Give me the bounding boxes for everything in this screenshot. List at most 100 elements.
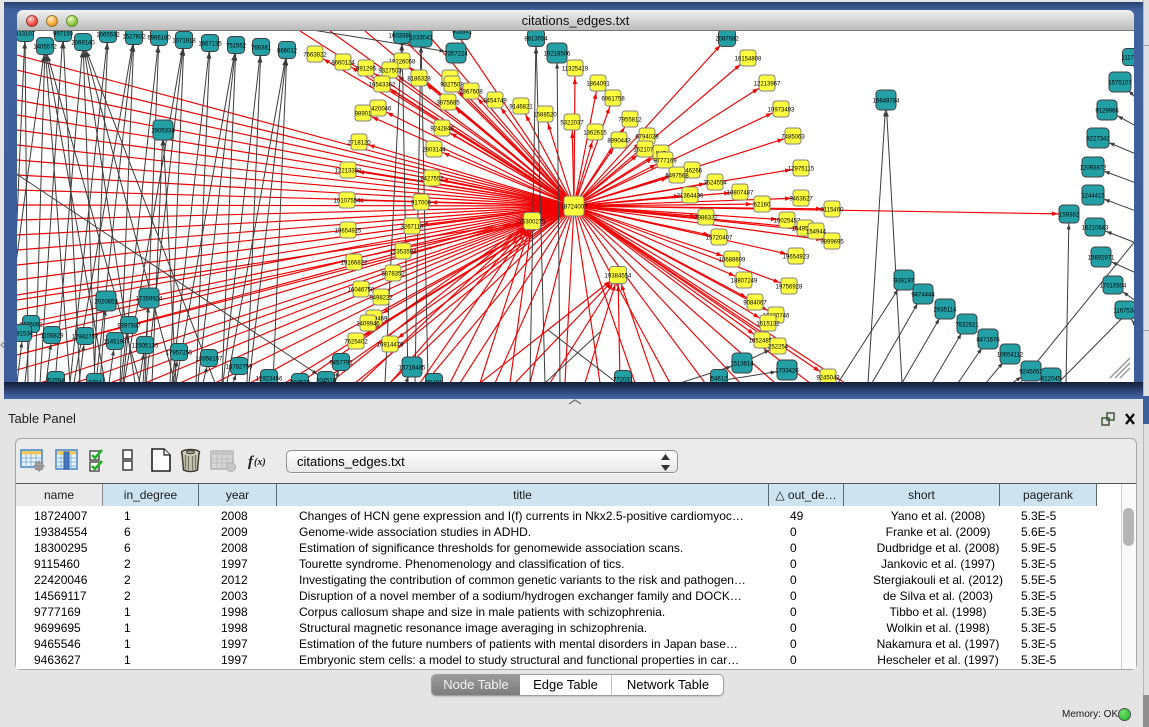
- svg-text:9474444: 9474444: [911, 293, 935, 299]
- svg-text:997150: 997150: [53, 32, 74, 38]
- svg-text:10807487: 10807487: [727, 191, 754, 197]
- svg-text:15720407: 15720407: [706, 236, 733, 242]
- svg-text:9245042: 9245042: [816, 376, 840, 382]
- svg-text:1033041: 1033041: [409, 36, 433, 42]
- svg-text:21364436: 21364436: [677, 194, 704, 200]
- svg-text:3267110: 3267110: [401, 225, 425, 231]
- svg-text:2087682: 2087682: [715, 37, 739, 43]
- svg-text:2803144: 2803144: [422, 148, 446, 154]
- svg-text:16154808: 16154808: [735, 57, 762, 63]
- svg-text:2935114: 2935114: [934, 308, 958, 314]
- svg-text:15716485: 15716485: [399, 366, 426, 372]
- svg-text:5878352: 5878352: [381, 272, 405, 278]
- svg-text:1244415: 1244415: [1081, 194, 1105, 200]
- svg-text:772031: 772031: [613, 378, 634, 383]
- svg-text:9327503: 9327503: [378, 69, 402, 75]
- svg-text:62160: 62160: [754, 203, 771, 209]
- svg-text:17957255: 17957255: [166, 351, 193, 357]
- svg-text:7625402: 7625402: [344, 340, 368, 346]
- svg-text:10958107: 10958107: [196, 357, 223, 363]
- svg-text:3624554: 3624554: [703, 181, 727, 187]
- svg-text:9129966: 9129966: [1095, 109, 1119, 115]
- svg-text:1409946: 1409946: [356, 322, 380, 328]
- svg-text:11325419: 11325419: [562, 67, 589, 73]
- svg-text:10107554: 10107554: [334, 199, 361, 205]
- svg-text:9084067: 9084067: [743, 301, 767, 307]
- svg-text:6497568: 6497568: [665, 174, 689, 180]
- svg-text:9227342: 9227342: [1086, 137, 1110, 143]
- svg-text:891295: 891295: [356, 67, 377, 73]
- svg-text:812045: 812045: [1041, 377, 1062, 383]
- svg-text:813107: 813107: [17, 32, 36, 38]
- svg-text:8471676: 8471676: [976, 338, 1000, 344]
- svg-text:19654923: 19654923: [783, 255, 810, 261]
- svg-text:7955812: 7955812: [618, 118, 642, 124]
- svg-text:3875685: 3875685: [436, 101, 460, 107]
- svg-text:12213967: 12213967: [754, 82, 781, 88]
- svg-text:18807249: 18807249: [731, 279, 758, 285]
- svg-text:2069140: 2069140: [71, 41, 95, 47]
- svg-text:2020653: 2020653: [94, 300, 118, 306]
- svg-text:25300275: 25300275: [519, 220, 546, 226]
- svg-text:159382: 159382: [1059, 213, 1080, 219]
- svg-text:12213382: 12213382: [335, 169, 362, 175]
- svg-text:9899695: 9899695: [820, 240, 844, 246]
- svg-text:12353594: 12353594: [390, 250, 417, 256]
- svg-text:16648784: 16648784: [873, 99, 900, 105]
- svg-text:8813054: 8813054: [524, 37, 548, 43]
- svg-text:9146821: 9146821: [509, 105, 533, 111]
- svg-text:9245652: 9245652: [1019, 370, 1043, 376]
- svg-text:7663822: 7663822: [303, 53, 327, 59]
- svg-text:1065532: 1065532: [96, 33, 120, 39]
- svg-text:1167534: 1167534: [1114, 309, 1134, 315]
- svg-text:9777169: 9777169: [653, 159, 677, 165]
- svg-text:1667135: 1667135: [198, 42, 222, 48]
- svg-text:19654925: 19654925: [335, 229, 362, 235]
- svg-text:1071918: 1071918: [172, 39, 196, 45]
- svg-text:2905334: 2905334: [151, 129, 175, 135]
- svg-text:5498222: 5498222: [369, 296, 393, 302]
- svg-text:99181: 99181: [426, 381, 443, 383]
- svg-text:9115460: 9115460: [821, 208, 845, 214]
- svg-text:9242848: 9242848: [430, 127, 454, 133]
- svg-text:18724007: 18724007: [561, 205, 588, 211]
- svg-text:9457791: 9457791: [329, 361, 353, 367]
- svg-text:917006: 917006: [411, 201, 432, 207]
- svg-text:6794028: 6794028: [635, 135, 659, 141]
- svg-text:6966160: 6966160: [147, 36, 171, 42]
- svg-text:10654112: 10654112: [997, 353, 1024, 359]
- svg-text:7357224: 7357224: [444, 52, 468, 58]
- svg-text:10973493: 10973493: [768, 108, 795, 114]
- svg-text:391534: 391534: [17, 332, 34, 338]
- svg-text:8794: 8794: [88, 381, 102, 383]
- svg-text:751552: 751552: [226, 44, 247, 50]
- svg-text:8454749: 8454749: [483, 99, 507, 105]
- svg-text:6961758: 6961758: [601, 97, 625, 103]
- svg-text:16782759: 16782759: [226, 365, 253, 371]
- svg-text:8660124: 8660124: [331, 61, 355, 67]
- svg-text:1145194: 1145194: [104, 340, 128, 346]
- svg-text:12923466: 12923466: [256, 377, 283, 383]
- svg-text:12505135: 12505135: [132, 344, 159, 350]
- svg-text:5322037: 5322037: [560, 121, 584, 127]
- svg-text:1615132: 1615132: [756, 322, 780, 328]
- svg-text:19166822: 19166822: [341, 261, 368, 267]
- svg-text:154944: 154944: [806, 230, 827, 236]
- svg-text:111738: 111738: [1121, 56, 1134, 62]
- svg-text:2367608: 2367608: [459, 90, 483, 96]
- svg-text:8186328: 8186328: [407, 77, 431, 83]
- svg-text:9397587: 9397587: [117, 324, 141, 330]
- svg-text:1513614: 1513614: [730, 362, 754, 368]
- svg-text:1362615: 1362615: [583, 131, 607, 137]
- svg-text:16210643: 16210643: [1082, 226, 1109, 232]
- svg-text:10688609: 10688609: [719, 258, 746, 264]
- svg-text:1575107: 1575107: [1108, 81, 1132, 87]
- svg-text:866012: 866012: [277, 49, 298, 55]
- svg-text:12942757: 12942757: [72, 335, 99, 341]
- svg-text:252254: 252254: [768, 345, 789, 351]
- svg-text:19756928: 19756928: [776, 285, 803, 291]
- svg-text:1588520: 1588520: [533, 113, 557, 119]
- svg-text:54612: 54612: [711, 377, 728, 383]
- svg-text:7485063: 7485063: [781, 135, 805, 141]
- svg-text:903341: 903341: [452, 31, 473, 36]
